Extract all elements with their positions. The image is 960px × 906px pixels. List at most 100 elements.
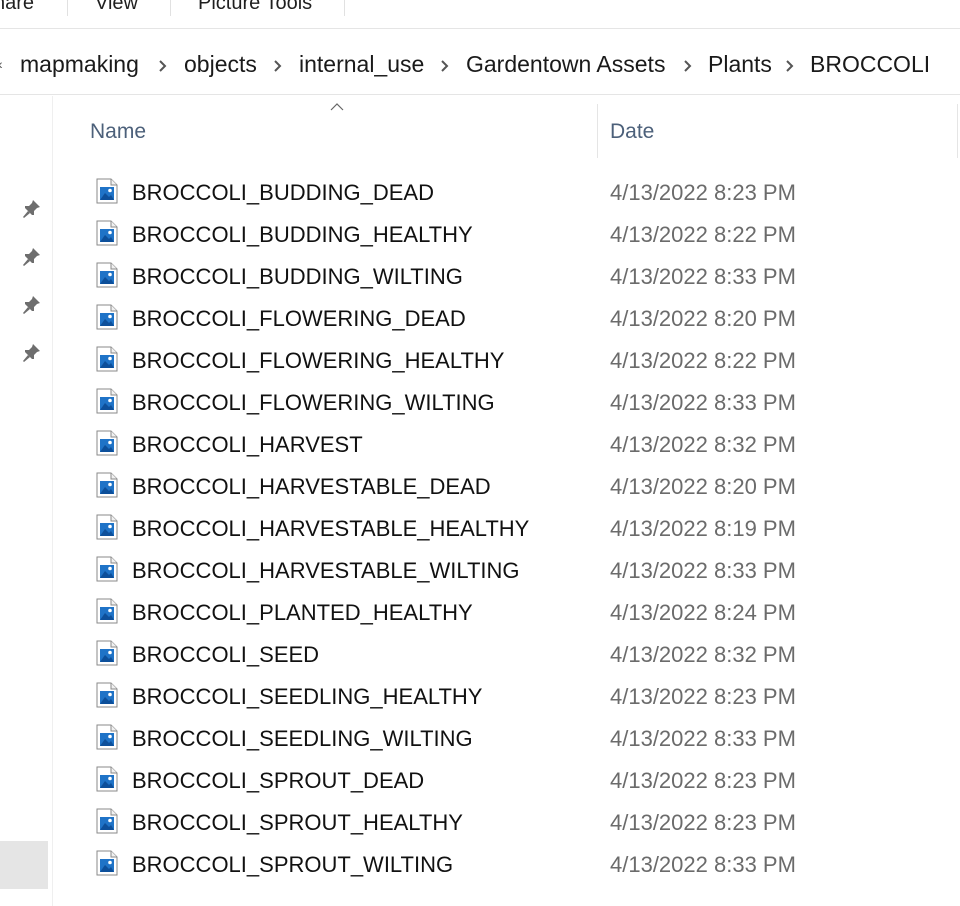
file-date: 4/13/2022 8:23 PM [610,810,796,835]
file-name: BROCCOLI_FLOWERING_HEALTHY [132,348,505,373]
breadcrumb-overflow-icon[interactable]: ‹ [0,56,3,72]
column-header-name[interactable]: Name [90,120,146,144]
image-file-icon [96,682,118,708]
pin-icon[interactable] [20,294,42,316]
chevron-right-icon[interactable] [437,58,453,74]
file-name: BROCCOLI_BUDDING_DEAD [132,180,434,205]
file-row[interactable]: BROCCOLI_HARVESTABLE_HEALTHY 4/13/2022 8:… [52,508,960,550]
pin-icon[interactable] [20,246,42,268]
file-date: 4/13/2022 8:33 PM [610,390,796,415]
column-divider[interactable] [597,104,598,158]
file-name: BROCCOLI_BUDDING_HEALTHY [132,222,473,247]
image-file-icon [96,346,118,372]
chevron-right-icon[interactable] [270,58,286,74]
column-divider[interactable] [957,104,958,158]
image-file-icon [96,430,118,456]
image-file-icon [96,304,118,330]
pin-icon[interactable] [20,198,42,220]
image-file-icon [96,472,118,498]
file-date: 4/13/2022 8:19 PM [610,516,796,541]
file-row[interactable]: BROCCOLI_SEEDLING_HEALTHY 4/13/2022 8:23 … [52,676,960,718]
image-file-icon [96,808,118,834]
breadcrumb-item-gardentown-assets[interactable]: Gardentown Assets [466,51,665,78]
file-name: BROCCOLI_SPROUT_WILTING [132,852,454,877]
file-name: BROCCOLI_HARVESTABLE_HEALTHY [132,516,530,541]
file-date: 4/13/2022 8:23 PM [610,684,796,709]
file-name: BROCCOLI_PLANTED_HEALTHY [132,600,473,625]
file-row[interactable]: BROCCOLI_PLANTED_HEALTHY 4/13/2022 8:24 P… [52,592,960,634]
file-row[interactable]: BROCCOLI_SEEDLING_WILTING 4/13/2022 8:33 … [52,718,960,760]
file-row[interactable]: BROCCOLI_BUDDING_DEAD 4/13/2022 8:23 PM [52,172,960,214]
ribbon-tab-view[interactable]: View [95,0,138,15]
file-date: 4/13/2022 8:23 PM [610,768,796,793]
image-file-icon [96,514,118,540]
file-date: 4/13/2022 8:24 PM [610,600,796,625]
file-name: BROCCOLI_SEED [132,642,320,667]
file-name: BROCCOLI_SPROUT_DEAD [132,768,425,793]
ribbon-divider [170,0,171,16]
file-date: 4/13/2022 8:22 PM [610,222,796,247]
file-date: 4/13/2022 8:33 PM [610,264,796,289]
chevron-right-icon[interactable] [155,58,171,74]
image-file-icon [96,640,118,666]
file-row[interactable]: BROCCOLI_FLOWERING_WILTING 4/13/2022 8:33… [52,382,960,424]
file-row[interactable]: BROCCOLI_BUDDING_WILTING 4/13/2022 8:33 P… [52,256,960,298]
file-name: BROCCOLI_FLOWERING_WILTING [132,390,495,415]
file-date: 4/13/2022 8:33 PM [610,726,796,751]
ribbon: hare View Picture Tools [0,0,960,29]
ribbon-divider [344,0,345,16]
breadcrumb: ‹ mapmaking objects internal_use Gardent… [0,38,960,95]
file-date: 4/13/2022 8:33 PM [610,558,796,583]
image-file-icon [96,388,118,414]
file-date: 4/13/2022 8:22 PM [610,348,796,373]
image-file-icon [96,724,118,750]
file-name: BROCCOLI_HARVESTABLE_DEAD [132,474,491,499]
image-file-icon [96,766,118,792]
file-name: BROCCOLI_HARVESTABLE_WILTING [132,558,520,583]
file-name: BROCCOLI_FLOWERING_DEAD [132,306,466,331]
file-row[interactable]: BROCCOLI_HARVESTABLE_DEAD 4/13/2022 8:20 … [52,466,960,508]
file-date: 4/13/2022 8:33 PM [610,852,796,877]
file-date: 4/13/2022 8:32 PM [610,642,796,667]
sort-ascending-icon [330,103,344,111]
file-row[interactable]: BROCCOLI_BUDDING_HEALTHY 4/13/2022 8:22 P… [52,214,960,256]
image-file-icon [96,178,118,204]
breadcrumb-item-internal-use[interactable]: internal_use [299,51,424,78]
breadcrumb-item-objects[interactable]: objects [184,51,257,78]
ribbon-tab-picture-tools[interactable]: Picture Tools [198,0,312,15]
file-row[interactable]: BROCCOLI_FLOWERING_HEALTHY 4/13/2022 8:22… [52,340,960,382]
image-file-icon [96,850,118,876]
image-file-icon [96,262,118,288]
file-name: BROCCOLI_BUDDING_WILTING [132,264,463,289]
image-file-icon [96,556,118,582]
breadcrumb-item-mapmaking[interactable]: mapmaking [20,51,139,78]
file-date: 4/13/2022 8:23 PM [610,180,796,205]
file-row[interactable]: BROCCOLI_SPROUT_HEALTHY 4/13/2022 8:23 PM [52,802,960,844]
breadcrumb-item-plants[interactable]: Plants [708,51,772,78]
file-row[interactable]: BROCCOLI_HARVESTABLE_WILTING 4/13/2022 8:… [52,550,960,592]
file-date: 4/13/2022 8:20 PM [610,474,796,499]
chevron-right-icon[interactable] [680,58,696,74]
file-row[interactable]: BROCCOLI_HARVEST 4/13/2022 8:32 PM [52,424,960,466]
file-row[interactable]: BROCCOLI_SPROUT_DEAD 4/13/2022 8:23 PM [52,760,960,802]
file-date: 4/13/2022 8:32 PM [610,432,796,457]
column-headers: Name Date [52,100,960,160]
ribbon-divider [67,0,68,16]
chevron-right-icon[interactable] [782,58,798,74]
sidebar-selected-item[interactable] [0,841,48,889]
column-header-date[interactable]: Date [610,120,654,144]
file-name: BROCCOLI_SEEDLING_WILTING [132,726,473,751]
pin-icon[interactable] [20,342,42,364]
file-name: BROCCOLI_SPROUT_HEALTHY [132,810,463,835]
ribbon-tab-share[interactable]: hare [0,0,34,15]
file-row[interactable]: BROCCOLI_SPROUT_WILTING 4/13/2022 8:33 PM [52,844,960,886]
file-row[interactable]: BROCCOLI_SEED 4/13/2022 8:32 PM [52,634,960,676]
file-row[interactable]: BROCCOLI_FLOWERING_DEAD 4/13/2022 8:20 PM [52,298,960,340]
file-date: 4/13/2022 8:20 PM [610,306,796,331]
file-name: BROCCOLI_SEEDLING_HEALTHY [132,684,483,709]
file-name: BROCCOLI_HARVEST [132,432,363,457]
image-file-icon [96,220,118,246]
navigation-pane [0,96,53,906]
image-file-icon [96,598,118,624]
breadcrumb-item-broccoli[interactable]: BROCCOLI [810,51,930,78]
